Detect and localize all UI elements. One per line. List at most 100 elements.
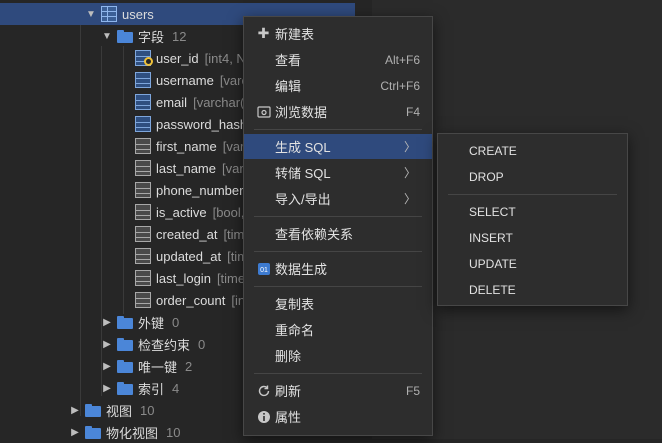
field-type: [int4, N — [204, 50, 246, 66]
menu-item-label: 编辑 — [275, 79, 302, 94]
menu-item-label: 数据生成 — [275, 262, 328, 277]
data-generation-icon: 01 — [256, 261, 271, 276]
menu-item-rename[interactable]: 重命名 — [244, 317, 432, 342]
chevron-right-icon[interactable]: ▶ — [68, 421, 82, 443]
primary-key-field-icon — [135, 50, 153, 66]
menu-item-browse-data[interactable]: 浏览数据 F4 — [244, 99, 432, 124]
plus-icon: ✚ — [257, 25, 270, 41]
browse-data-icon — [256, 104, 271, 119]
chevron-down-icon[interactable]: ▼ — [100, 25, 114, 47]
context-menu: ✚ 新建表 查看 Alt+F6 编辑 Ctrl+F6 浏览数据 F4 生成 SQ… — [243, 16, 433, 436]
menu-item-label: 重命名 — [275, 323, 315, 338]
chevron-right-icon[interactable]: ▶ — [100, 333, 114, 355]
submenu-item-insert[interactable]: INSERT — [469, 228, 513, 248]
menu-item-label: 查看依赖关系 — [275, 227, 354, 242]
field-name: last_login — [156, 270, 211, 286]
svg-text:01: 01 — [260, 267, 268, 274]
field-icon — [135, 160, 151, 176]
info-icon — [256, 409, 271, 424]
menu-item-shortcut: Alt+F6 — [384, 52, 420, 67]
submenu-item-create[interactable]: CREATE — [469, 141, 517, 161]
menu-item-properties[interactable]: 属性 — [244, 404, 432, 429]
tree-field[interactable]: order_count [in — [135, 289, 245, 311]
tree-field[interactable]: email [varchar( — [135, 91, 244, 113]
menu-separator — [448, 194, 617, 195]
tree-group-unique-keys[interactable]: ▶ 唯一键 2 — [0, 355, 192, 377]
menu-item-label: 生成 SQL — [275, 140, 331, 155]
field-icon — [135, 248, 151, 264]
submenu-item-drop[interactable]: DROP — [469, 167, 504, 187]
tree-field[interactable]: user_id [int4, N — [135, 47, 246, 69]
field-name: is_active — [156, 204, 207, 220]
group-count: 12 — [172, 28, 187, 44]
chevron-right-icon[interactable]: ▶ — [68, 399, 82, 421]
menu-item-view-dependencies[interactable]: 查看依赖关系 — [244, 221, 432, 246]
group-label: 外键 — [138, 315, 165, 331]
group-label: 检查约束 — [138, 337, 191, 353]
chevron-right-icon[interactable]: ▶ — [100, 377, 114, 399]
group-label: 字段 — [138, 29, 165, 45]
menu-item-edit[interactable]: 编辑 Ctrl+F6 — [244, 73, 432, 98]
field-name: updated_at — [156, 248, 222, 264]
table-icon — [101, 6, 117, 22]
field-name: password_hash — [156, 116, 248, 132]
tree-field[interactable]: first_name [varc — [135, 135, 251, 157]
field-name: username — [156, 72, 214, 88]
group-count: 0 — [172, 314, 180, 330]
folder-icon — [117, 314, 133, 330]
tree-group-views[interactable]: ▶ 视图 10 — [0, 399, 154, 421]
tree-group-indexes[interactable]: ▶ 索引 4 — [0, 377, 179, 399]
submenu-item-delete[interactable]: DELETE — [469, 280, 516, 300]
menu-item-label: 查看 — [275, 53, 302, 68]
field-icon — [135, 72, 151, 88]
menu-item-copy-table[interactable]: 复制表 — [244, 291, 432, 316]
chevron-right-icon: 〉 — [403, 140, 416, 154]
chevron-right-icon: 〉 — [403, 166, 416, 180]
field-name: user_id — [156, 50, 199, 66]
menu-item-new-table[interactable]: ✚ 新建表 — [244, 21, 432, 46]
tree-field[interactable]: updated_at [tim — [135, 245, 248, 267]
field-name: last_name — [156, 160, 216, 176]
tree-field[interactable]: password_hash — [135, 113, 253, 135]
folder-icon — [117, 336, 133, 352]
tree-group-check-constraints[interactable]: ▶ 检查约束 0 — [0, 333, 205, 355]
chevron-down-icon[interactable]: ▼ — [84, 3, 98, 25]
folder-icon — [117, 28, 133, 44]
field-icon — [135, 138, 151, 154]
folder-icon — [85, 424, 101, 440]
menu-item-import-export[interactable]: 导入/导出 〉 — [244, 186, 432, 211]
chevron-right-icon[interactable]: ▶ — [100, 311, 114, 333]
tree-field[interactable]: last_login [time — [135, 267, 245, 289]
tree-field[interactable]: is_active [bool, — [135, 201, 244, 223]
tree-field[interactable]: username [varc — [135, 69, 248, 91]
field-type: [bool, — [212, 204, 245, 220]
tree-field[interactable]: last_name [varc — [135, 157, 250, 179]
submenu-item-update[interactable]: UPDATE — [469, 254, 517, 274]
submenu-item-select[interactable]: SELECT — [469, 202, 516, 222]
tree-group-materialized-views[interactable]: ▶ 物化视图 10 — [0, 421, 180, 443]
group-count: 2 — [185, 358, 193, 374]
field-icon — [135, 182, 151, 198]
menu-item-view[interactable]: 查看 Alt+F6 — [244, 47, 432, 72]
menu-item-data-generation[interactable]: 01 数据生成 — [244, 256, 432, 281]
tree-field[interactable]: phone_number — [135, 179, 249, 201]
generate-sql-submenu: CREATE DROP SELECT INSERT UPDATE DELETE — [437, 133, 628, 306]
group-count: 10 — [166, 424, 181, 440]
field-icon — [135, 94, 151, 110]
menu-separator — [254, 216, 422, 217]
menu-item-label: 浏览数据 — [275, 105, 328, 120]
tree-group-foreign-keys[interactable]: ▶ 外键 0 — [0, 311, 179, 333]
menu-item-delete[interactable]: 删除 — [244, 343, 432, 368]
tree-group-fields[interactable]: ▼ 字段 12 — [0, 25, 186, 47]
chevron-right-icon[interactable]: ▶ — [100, 355, 114, 377]
menu-item-generate-sql[interactable]: 生成 SQL 〉 — [244, 134, 432, 159]
group-label: 视图 — [106, 403, 133, 419]
chevron-right-icon: 〉 — [403, 192, 416, 206]
field-icon — [135, 204, 151, 220]
folder-icon — [117, 358, 133, 374]
field-icon — [135, 270, 151, 286]
menu-item-dump-sql[interactable]: 转储 SQL 〉 — [244, 160, 432, 185]
refresh-icon — [256, 383, 271, 398]
tree-field[interactable]: created_at [tim — [135, 223, 244, 245]
menu-item-refresh[interactable]: 刷新 F5 — [244, 378, 432, 403]
